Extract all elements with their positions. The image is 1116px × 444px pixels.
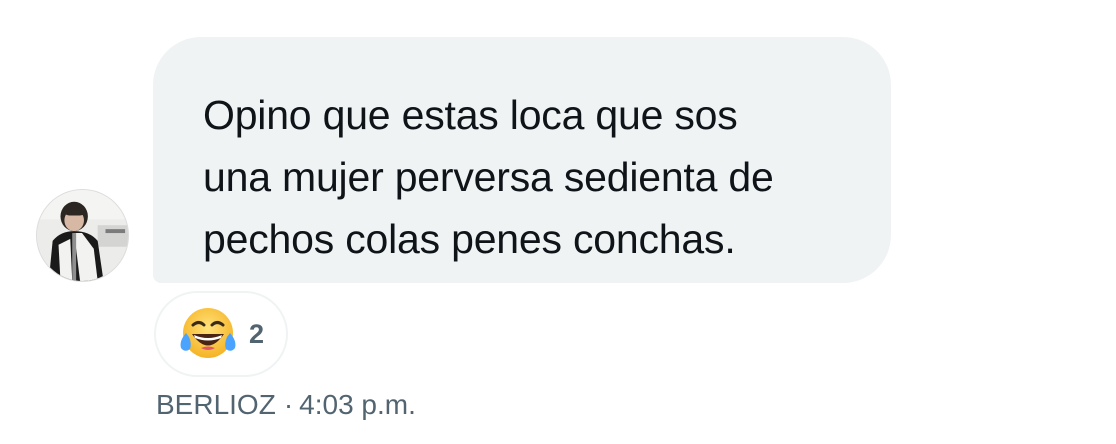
message-meta: BERLIOZ · 4:03 p.m. xyxy=(156,389,416,421)
message-timestamp: 4:03 p.m. xyxy=(299,389,416,420)
reaction-count: 2 xyxy=(249,318,265,349)
message-text-line: pechos colas penes conchas. xyxy=(203,216,736,262)
message-text-line: Opino que estas loca que sos xyxy=(203,92,738,138)
message-bubble[interactable]: Opino que estas loca que sos una mujer p… xyxy=(153,37,891,283)
reaction-chip[interactable]: 2 xyxy=(154,291,288,377)
sender-avatar[interactable] xyxy=(36,189,129,282)
message-text-line: una mujer perversa sedienta de xyxy=(203,154,774,200)
face-with-tears-of-joy-icon xyxy=(180,308,236,358)
sender-name[interactable]: BERLIOZ xyxy=(156,389,276,420)
avatar-photo xyxy=(37,190,128,281)
meta-separator: · xyxy=(283,389,294,420)
